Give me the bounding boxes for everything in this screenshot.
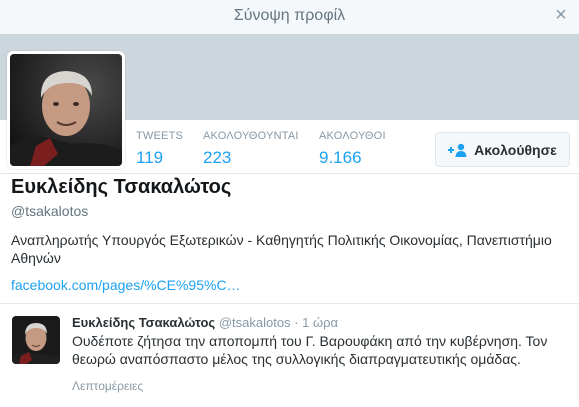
stat-followers[interactable]: ΑΚΟΛΟΥΘΟΙ 9.166 (319, 130, 386, 168)
modal-header: Σύνοψη προφίλ × (0, 0, 579, 34)
tweet-avatar[interactable] (12, 316, 60, 364)
tweet-details-link[interactable]: Λεπτομέρειες (72, 379, 143, 393)
tweet-header: Ευκλείδης Τσακαλώτος @tsakalotos · 1 ώρα (72, 315, 338, 330)
profile-website-link[interactable]: facebook.com/pages/%CE%95%C… (11, 277, 241, 293)
close-icon[interactable]: × (551, 5, 571, 25)
profile-handle[interactable]: @tsakalotos (11, 203, 88, 219)
profile-avatar[interactable] (7, 51, 125, 169)
stat-following[interactable]: ΑΚΟΛΟΥΘΟΥΝΤΑΙ 223 (203, 130, 299, 168)
tweet-author-handle[interactable]: @tsakalotos (219, 315, 291, 330)
stat-tweets[interactable]: TWEETS 119 (136, 130, 183, 168)
profile-bio: Αναπληρωτής Υπουργός Εξωτερικών - Καθηγη… (11, 232, 552, 266)
modal-title: Σύνοψη προφίλ (233, 7, 346, 24)
profile-full-name[interactable]: Ευκλείδης Τσακαλώτος (11, 176, 231, 199)
stat-label: ΑΚΟΛΟΥΘΟΥΝΤΑΙ (203, 130, 299, 142)
stat-value: 223 (203, 148, 232, 167)
tweet-author-name[interactable]: Ευκλείδης Τσακαλώτος (72, 315, 215, 330)
avatar-photo (10, 54, 122, 166)
follow-button-label: Ακολούθησε (474, 141, 557, 158)
add-user-icon (448, 143, 467, 157)
tweet-timestamp[interactable]: 1 ώρα (302, 315, 338, 330)
stat-value: 119 (136, 148, 164, 167)
follow-button[interactable]: Ακολούθησε (435, 132, 570, 167)
tweet-separator: · (294, 315, 299, 330)
tweet-item[interactable]: Ευκλείδης Τσακαλώτος @tsakalotos · 1 ώρα… (0, 304, 579, 407)
stat-label: ΑΚΟΛΟΥΘΟΙ (319, 130, 386, 142)
stat-value: 9.166 (319, 148, 362, 167)
stat-label: TWEETS (136, 130, 184, 142)
tweet-text: Ουδέποτε ζήτησα την αποπομπή του Γ. Βαρο… (72, 333, 548, 367)
